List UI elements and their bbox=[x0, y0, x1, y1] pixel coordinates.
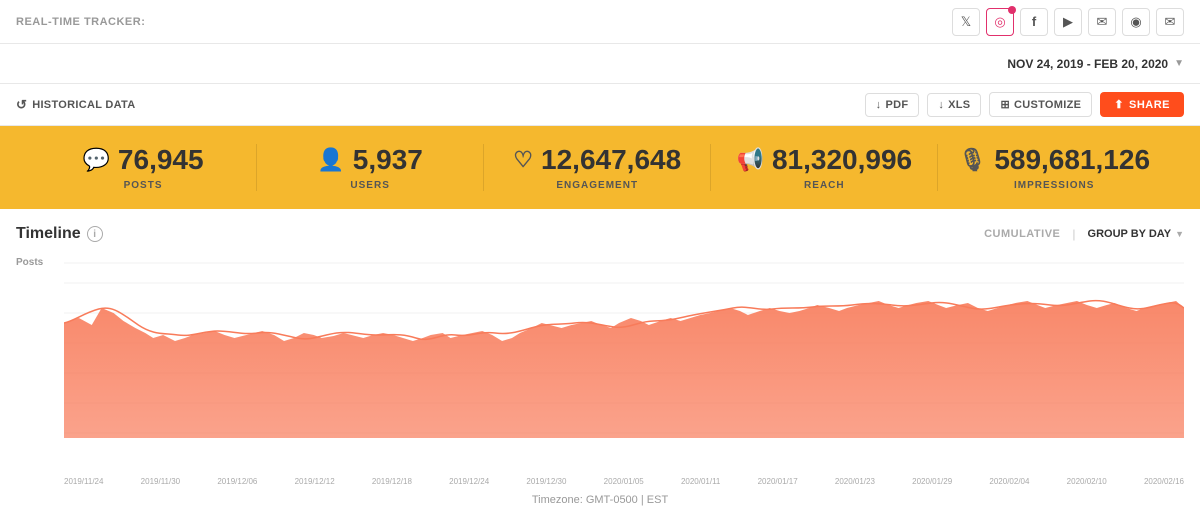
download-icon: ↓ bbox=[938, 99, 944, 111]
date-range-text: NOV 24, 2019 - FEB 20, 2020 bbox=[1007, 57, 1168, 71]
x-tick: 2020/01/23 bbox=[835, 477, 875, 486]
posts-value: 76,945 bbox=[118, 144, 204, 176]
share-button[interactable]: ⬆ SHARE bbox=[1100, 92, 1184, 117]
posts-label: POSTS bbox=[124, 180, 163, 191]
message-icon[interactable]: ✉ bbox=[1156, 8, 1184, 36]
separator: | bbox=[1072, 227, 1075, 241]
youtube-icon[interactable]: ▶ bbox=[1054, 8, 1082, 36]
stat-impressions: 🎙 589,681,126 IMPRESSIONS bbox=[938, 144, 1170, 191]
impressions-value: 589,681,126 bbox=[994, 144, 1150, 176]
reach-value: 81,320,996 bbox=[772, 144, 912, 176]
date-range-selector[interactable]: NOV 24, 2019 - FEB 20, 2020 ▼ bbox=[1007, 57, 1184, 71]
tracker-label: REAL-TIME TRACKER: bbox=[16, 16, 145, 28]
timeline-section: Timeline i CUMULATIVE | GROUP BY DAY ▼ P… bbox=[0, 209, 1200, 510]
download-icon: ↓ bbox=[876, 99, 882, 111]
group-by-label: GROUP BY DAY bbox=[1088, 228, 1172, 240]
users-value: 5,937 bbox=[353, 144, 423, 176]
x-tick: 2020/01/29 bbox=[912, 477, 952, 486]
toolbar-actions: ↓ PDF ↓ XLS ⊞ CUSTOMIZE ⬆ SHARE bbox=[865, 92, 1184, 117]
x-tick: 2019/11/24 bbox=[64, 477, 103, 486]
users-icon: 👤 bbox=[317, 147, 344, 173]
reach-label: REACH bbox=[804, 180, 845, 191]
impressions-label: IMPRESSIONS bbox=[1014, 180, 1094, 191]
engagement-icon: ♡ bbox=[513, 147, 533, 173]
stat-engagement: ♡ 12,647,648 ENGAGEMENT bbox=[484, 144, 711, 191]
stat-reach: 📢 81,320,996 REACH bbox=[711, 144, 938, 191]
pdf-button[interactable]: ↓ PDF bbox=[865, 93, 920, 117]
x-tick: 2019/12/24 bbox=[449, 477, 489, 486]
top-bar: REAL-TIME TRACKER: 𝕏 ◎ f ▶ ✉ ◉ ✉ bbox=[0, 0, 1200, 44]
x-tick: 2019/11/30 bbox=[141, 477, 180, 486]
engagement-value: 12,647,648 bbox=[541, 144, 681, 176]
x-tick: 2020/02/16 bbox=[1144, 477, 1184, 486]
toolbar: ↺ HISTORICAL DATA ↓ PDF ↓ XLS ⊞ CUSTOMIZ… bbox=[0, 84, 1200, 126]
users-label: USERS bbox=[350, 180, 389, 191]
twitter-icon[interactable]: 𝕏 bbox=[952, 8, 980, 36]
x-tick: 2020/02/10 bbox=[1067, 477, 1107, 486]
x-tick: 2019/12/12 bbox=[295, 477, 335, 486]
history-icon: ↺ bbox=[16, 97, 27, 113]
facebook-icon[interactable]: f bbox=[1020, 8, 1048, 36]
x-axis: 2019/11/24 2019/11/30 2019/12/06 2019/12… bbox=[64, 473, 1184, 486]
date-bar: NOV 24, 2019 - FEB 20, 2020 ▼ bbox=[0, 44, 1200, 84]
timeline-header: Timeline i CUMULATIVE | GROUP BY DAY ▼ bbox=[16, 225, 1184, 243]
historical-data-button[interactable]: ↺ HISTORICAL DATA bbox=[16, 97, 136, 113]
x-tick: 2020/01/05 bbox=[604, 477, 644, 486]
share-icon: ⬆ bbox=[1114, 98, 1124, 111]
email-icon[interactable]: ✉ bbox=[1088, 8, 1116, 36]
stat-users: 👤 5,937 USERS bbox=[257, 144, 484, 191]
x-tick: 2020/01/11 bbox=[681, 477, 720, 486]
engagement-label: ENGAGEMENT bbox=[556, 180, 638, 191]
timezone-label: Timezone: GMT-0500 | EST bbox=[16, 486, 1184, 510]
timeline-controls: CUMULATIVE | GROUP BY DAY ▼ bbox=[984, 227, 1184, 241]
reach-icon: 📢 bbox=[737, 147, 764, 173]
posts-icon: 💬 bbox=[83, 147, 110, 173]
chevron-down-icon: ▼ bbox=[1175, 229, 1184, 239]
x-tick: 2019/12/06 bbox=[217, 477, 257, 486]
instagram-icon[interactable]: ◎ bbox=[986, 8, 1014, 36]
y-axis-label: Posts bbox=[16, 257, 43, 268]
stats-bar: 💬 76,945 POSTS 👤 5,937 USERS ♡ 12,647,64… bbox=[0, 126, 1200, 209]
x-tick: 2020/02/04 bbox=[989, 477, 1029, 486]
chart-wrapper: Posts 0.0 200 400 600 800 1k 1k bbox=[16, 253, 1184, 486]
rss-icon[interactable]: ◉ bbox=[1122, 8, 1150, 36]
x-tick: 2019/12/18 bbox=[372, 477, 412, 486]
stat-posts: 💬 76,945 POSTS bbox=[30, 144, 257, 191]
chevron-down-icon: ▼ bbox=[1174, 58, 1184, 69]
x-tick: 2019/12/30 bbox=[526, 477, 566, 486]
info-icon[interactable]: i bbox=[87, 226, 103, 242]
historical-label: HISTORICAL DATA bbox=[32, 99, 135, 111]
active-dot bbox=[1008, 6, 1016, 14]
x-tick: 2020/01/17 bbox=[758, 477, 798, 486]
cumulative-toggle[interactable]: CUMULATIVE bbox=[984, 228, 1060, 240]
group-by-selector[interactable]: GROUP BY DAY ▼ bbox=[1088, 228, 1184, 240]
xls-button[interactable]: ↓ XLS bbox=[927, 93, 981, 117]
social-icons: 𝕏 ◎ f ▶ ✉ ◉ ✉ bbox=[952, 8, 1184, 36]
grid-icon: ⊞ bbox=[1000, 98, 1010, 111]
timeline-chart: 0.0 200 400 600 800 1k 1k bbox=[64, 253, 1184, 473]
impressions-icon: 🎙 bbox=[958, 147, 986, 173]
timeline-title: Timeline i bbox=[16, 225, 103, 243]
customize-button[interactable]: ⊞ CUSTOMIZE bbox=[989, 92, 1092, 117]
